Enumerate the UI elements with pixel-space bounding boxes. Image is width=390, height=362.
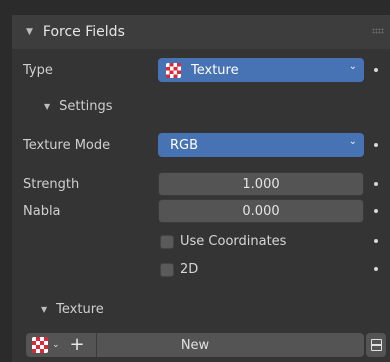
use-coordinates-label: Use Coordinates bbox=[180, 234, 287, 249]
properties-panel-icon bbox=[370, 339, 382, 351]
type-value: Texture bbox=[191, 62, 239, 78]
animate-property-dot[interactable] bbox=[374, 209, 378, 213]
collapse-triangle-icon[interactable]: ▼ bbox=[41, 305, 47, 314]
texture-datablock-selector[interactable]: ⌄ + New bbox=[26, 333, 364, 357]
strength-label: Strength bbox=[23, 177, 80, 192]
animate-property-dot[interactable] bbox=[374, 68, 378, 72]
texture-subpanel-header[interactable]: ▼ Texture bbox=[41, 302, 104, 317]
two-d-checkbox[interactable]: 2D bbox=[160, 262, 198, 277]
add-icon[interactable]: + bbox=[70, 336, 85, 354]
use-coordinates-checkbox[interactable]: Use Coordinates bbox=[160, 234, 286, 249]
chevron-down-icon: ⌄ bbox=[348, 61, 357, 72]
strength-field[interactable]: 1.000 bbox=[158, 172, 364, 196]
texture-header-label: Texture bbox=[56, 302, 104, 317]
chevron-down-icon[interactable]: ⌄ bbox=[52, 340, 60, 350]
texture-checker-icon[interactable] bbox=[32, 337, 48, 353]
animate-property-dot[interactable] bbox=[374, 182, 378, 186]
nabla-field[interactable]: 0.000 bbox=[158, 199, 364, 223]
animate-property-dot[interactable] bbox=[374, 239, 378, 243]
texture-mode-value: RGB bbox=[170, 137, 199, 153]
texture-mode-label: Texture Mode bbox=[23, 138, 111, 153]
checkbox-box[interactable] bbox=[160, 262, 174, 277]
collapse-triangle-icon[interactable]: ▼ bbox=[44, 102, 50, 111]
settings-header-label: Settings bbox=[59, 99, 113, 114]
drag-grip-icon[interactable] bbox=[372, 28, 384, 34]
texture-properties-button[interactable] bbox=[366, 333, 386, 357]
collapse-triangle-icon[interactable]: ▼ bbox=[26, 27, 33, 37]
two-d-label: 2D bbox=[180, 262, 199, 277]
type-dropdown[interactable]: Texture ⌄ bbox=[158, 58, 364, 82]
animate-property-dot[interactable] bbox=[374, 267, 378, 271]
panel-title: Force Fields bbox=[42, 24, 125, 40]
nabla-label: Nabla bbox=[23, 204, 61, 219]
animate-property-dot[interactable] bbox=[374, 143, 378, 147]
settings-subpanel-header[interactable]: ▼ Settings bbox=[44, 99, 112, 114]
chevron-down-icon: ⌄ bbox=[348, 136, 357, 147]
texture-checker-icon bbox=[166, 62, 181, 78]
texture-mode-dropdown[interactable]: RGB ⌄ bbox=[158, 133, 364, 157]
checkbox-box[interactable] bbox=[160, 234, 174, 249]
force-fields-panel-header[interactable]: ▼ Force Fields bbox=[12, 15, 390, 49]
divider bbox=[96, 333, 97, 357]
type-label: Type bbox=[23, 63, 53, 78]
